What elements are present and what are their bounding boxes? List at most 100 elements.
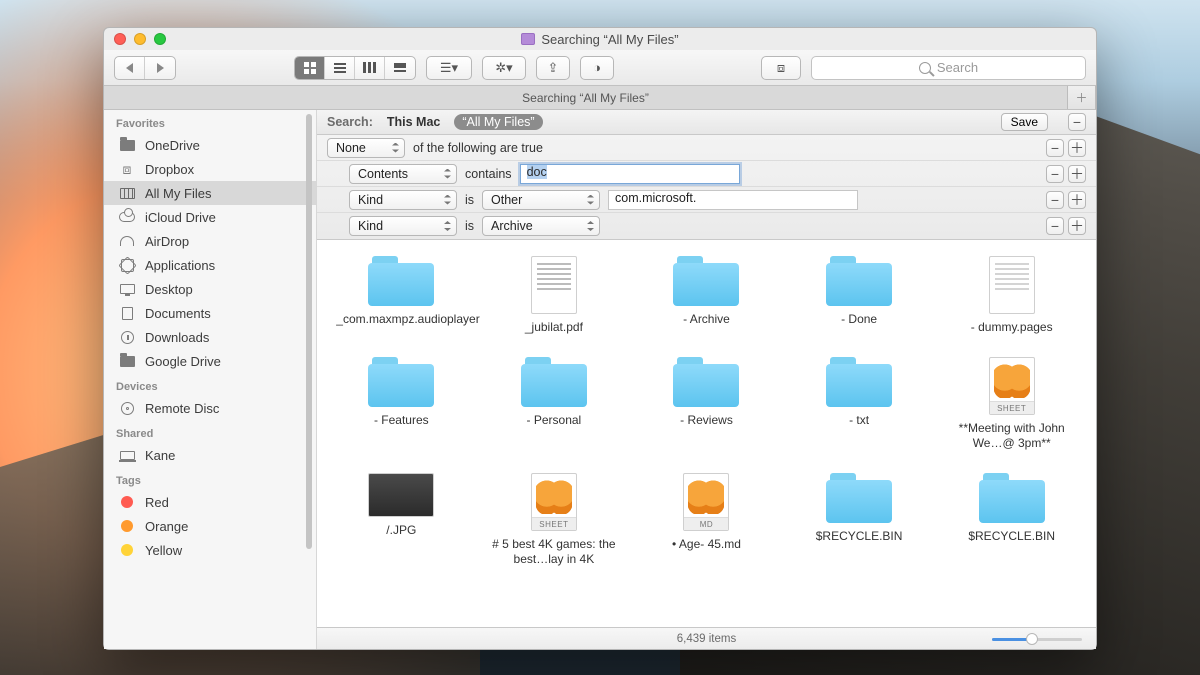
remove-row-button[interactable]: − [1046,217,1064,235]
sidebar-item-dropbox[interactable]: ⧈Dropbox [104,157,316,181]
arrange-button[interactable]: ☰▾ [427,57,471,79]
sidebar-item-label: Red [145,495,169,510]
sidebar-tag-orange[interactable]: Orange [104,514,316,538]
operator-text: is [465,193,474,207]
add-row-button[interactable]: ＋ [1068,165,1086,183]
result-item[interactable]: SHEET**Meeting with John We…@ 3pm** [935,357,1088,451]
toolbar-search-field[interactable]: Search [811,56,1086,80]
group-devices-label: Devices [104,373,316,396]
add-row-button[interactable]: ＋ [1068,191,1086,209]
share-button[interactable]: ⇪ [536,56,570,80]
dropbox-icon: ⧈ [118,162,136,176]
select-value: None [336,141,366,155]
new-tab-button[interactable]: ＋ [1068,86,1096,109]
column-view-button[interactable] [355,57,385,79]
sidebar-item-onedrive[interactable]: OneDrive [104,133,316,157]
criteria-editor: None of the following are true −＋ Conten… [317,135,1096,240]
sidebar-tag-red[interactable]: Red [104,490,316,514]
icon-size-slider[interactable] [992,633,1082,645]
back-button[interactable] [115,57,145,79]
result-item[interactable]: - Features [325,357,478,451]
result-item[interactable]: - txt [783,357,936,451]
sidebar-scrollbar[interactable] [304,114,314,645]
result-item[interactable]: - dummy.pages [935,256,1088,335]
sidebar-item-icloud[interactable]: iCloud Drive [104,205,316,229]
tags-button[interactable]: ◑ [580,56,614,80]
result-item-name: $RECYCLE.BIN [968,529,1055,544]
result-item[interactable]: /.JPG [325,473,478,567]
sidebar-item-desktop[interactable]: Desktop [104,277,316,301]
forward-button[interactable] [145,57,175,79]
sidebar-item-applications[interactable]: Applications [104,253,316,277]
toolbar: ☰▾ ✲▾ ⇪ ◑ ⧈ Search [104,50,1096,86]
save-search-button[interactable]: Save [1001,113,1048,131]
tab-searching[interactable]: Searching “All My Files” [104,86,1068,109]
sidebar-item-label: Downloads [145,330,209,345]
folder-icon [826,357,892,407]
result-item[interactable]: _jubilat.pdf [478,256,631,335]
result-item[interactable]: - Personal [478,357,631,451]
coverflow-view-button[interactable] [385,57,415,79]
folder-icon [979,473,1045,523]
attribute-select[interactable]: Kind [349,190,457,210]
results-area[interactable]: _com.maxmpz.audioplayer_jubilat.pdf- Arc… [317,240,1096,627]
attribute-select[interactable]: Kind [349,216,457,236]
sidebar-item-label: Google Drive [145,354,221,369]
icon-view-button[interactable] [295,57,325,79]
remove-row-button[interactable]: − [1046,191,1064,209]
documents-icon [118,306,136,320]
dropbox-toolbar-button[interactable]: ⧈ [761,56,801,80]
tag-icon: ◑ [593,60,601,75]
sidebar-item-google-drive[interactable]: Google Drive [104,349,316,373]
value-select[interactable]: Other [482,190,600,210]
arrange-segment: ☰▾ [426,56,472,80]
sidebar-item-label: OneDrive [145,138,200,153]
sidebar-item-label: iCloud Drive [145,210,216,225]
add-row-button[interactable]: ＋ [1068,139,1086,157]
result-item-name: - Done [841,312,877,327]
folder-icon [826,256,892,306]
sidebar-item-downloads[interactable]: Downloads [104,325,316,349]
smart-folder-icon [521,33,535,45]
sidebar-item-airdrop[interactable]: AirDrop [104,229,316,253]
add-row-button[interactable]: ＋ [1068,217,1086,235]
sidebar-item-documents[interactable]: Documents [104,301,316,325]
nav-buttons [114,56,176,80]
result-item[interactable]: - Reviews [630,357,783,451]
match-select[interactable]: None [327,138,405,158]
result-item[interactable]: $RECYCLE.BIN [783,473,936,567]
desktop-icon [118,282,136,296]
main-pane: Search: This Mac “All My Files” Save − N… [317,110,1096,649]
select-value: Contents [358,167,408,181]
group-favorites-label: Favorites [104,110,316,133]
result-item[interactable]: MD• Age- 45.md [630,473,783,567]
sidebar-item-shared-kane[interactable]: Kane [104,443,316,467]
sidebar-item-label: Remote Disc [145,401,219,416]
criteria-text-input[interactable]: com.microsoft. [608,190,858,210]
value-select[interactable]: Archive [482,216,600,236]
sidebar-tag-yellow[interactable]: Yellow [104,538,316,562]
sidebar-item-remote-disc[interactable]: Remote Disc [104,396,316,420]
cloud-icon [118,210,136,224]
remove-row-button[interactable]: − [1046,165,1064,183]
result-item[interactable]: _com.maxmpz.audioplayer [325,256,478,335]
input-value: doc [527,165,547,179]
scope-this-mac[interactable]: This Mac [387,115,441,129]
remove-criteria-group-button[interactable]: − [1068,113,1086,131]
result-item[interactable]: - Archive [630,256,783,335]
attribute-select[interactable]: Contents [349,164,457,184]
action-menu-button[interactable]: ✲▾ [482,56,526,80]
folder-icon [521,357,587,407]
criteria-text-input[interactable]: doc [520,164,740,184]
result-item[interactable]: $RECYCLE.BIN [935,473,1088,567]
result-item[interactable]: - Done [783,256,936,335]
scope-all-my-files[interactable]: “All My Files” [454,114,542,130]
remove-row-button[interactable]: − [1046,139,1064,157]
result-item[interactable]: SHEET# 5 best 4K games: the best…lay in … [478,473,631,567]
result-item-name: # 5 best 4K games: the best…lay in 4K [489,537,619,567]
result-item-name: - Reviews [680,413,733,428]
select-value: Archive [491,219,533,233]
sidebar-item-all-my-files[interactable]: All My Files [104,181,316,205]
window-body: Favorites OneDrive ⧈Dropbox All My Files… [104,110,1096,649]
list-view-button[interactable] [325,57,355,79]
